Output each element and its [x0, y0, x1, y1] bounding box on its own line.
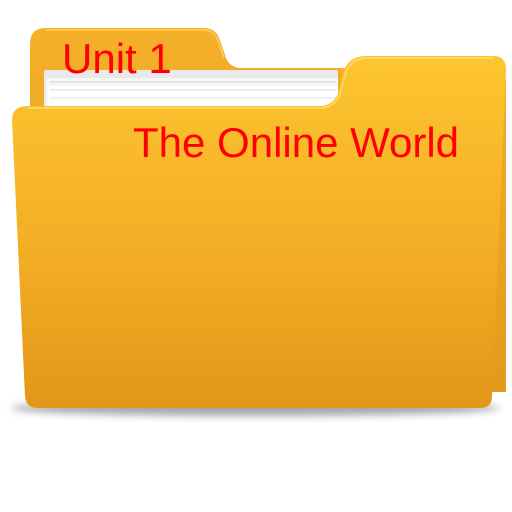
folder-tab-label: Unit 1 [62, 35, 172, 82]
folder-title: The Online World [133, 119, 460, 166]
